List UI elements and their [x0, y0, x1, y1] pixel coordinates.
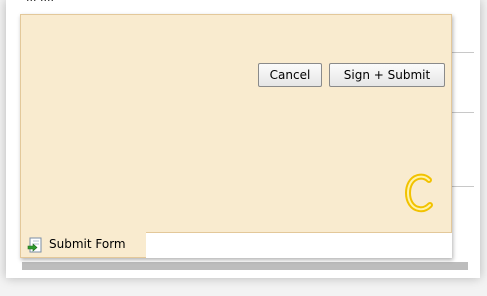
sign-submit-button[interactable]: Sign + Submit	[329, 63, 445, 87]
tab-label: Submit Form	[49, 237, 126, 251]
submit-form-icon	[27, 237, 42, 253]
background-bottom-strip	[22, 262, 468, 270]
brand-c-icon	[405, 173, 433, 213]
background-divider	[452, 112, 474, 113]
cancel-button[interactable]: Cancel	[258, 63, 322, 87]
tab-strip-empty-area	[146, 232, 452, 258]
submit-form-panel: Cancel Sign + Submit	[20, 14, 452, 258]
tab-submit-form[interactable]: Submit Form	[20, 232, 146, 258]
background-divider	[452, 52, 474, 53]
background-top-text: ··· ····	[26, 0, 54, 7]
background-divider	[452, 186, 474, 187]
